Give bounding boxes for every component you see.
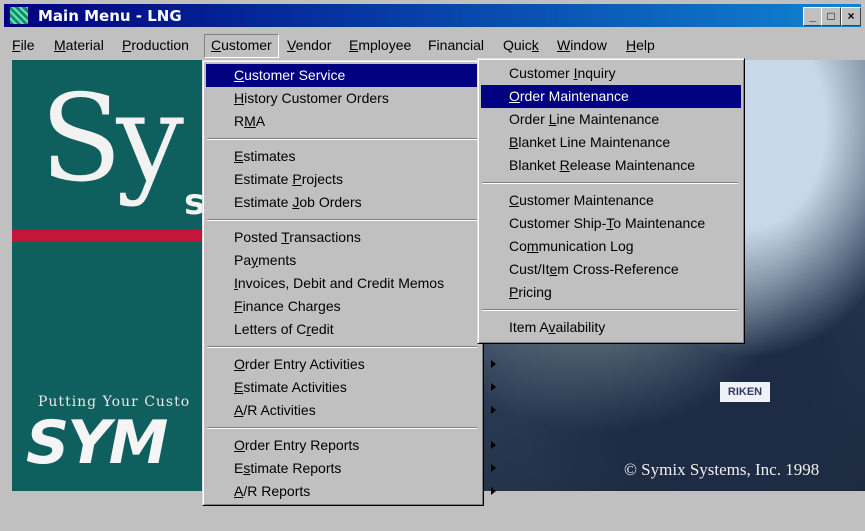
window-title: Main Menu - LNG: [38, 7, 182, 25]
menu-item-order-entry-activities[interactable]: Order Entry Activities: [206, 353, 504, 376]
menu-item-order-entry-reports[interactable]: Order Entry Reports: [206, 434, 504, 457]
menu-item-customer-ship-to-maintenance[interactable]: Customer Ship-To Maintenance: [481, 212, 745, 235]
customer-service-submenu: Customer Inquiry Order Maintenance Order…: [477, 58, 745, 344]
close-button[interactable]: ×: [841, 7, 861, 26]
menu-item-estimate-projects[interactable]: Estimate Projects: [206, 168, 504, 191]
menu-item-estimate-activities[interactable]: Estimate Activities: [206, 376, 504, 399]
menu-item-estimate-reports[interactable]: Estimate Reports: [206, 457, 504, 480]
main-menu-window: Main Menu - LNG _ □ × File Material Prod…: [0, 0, 865, 531]
submenu-arrow-icon: [491, 487, 496, 495]
close-icon: ×: [847, 9, 855, 23]
menu-item-blanket-release-maintenance[interactable]: Blanket Release Maintenance: [481, 154, 745, 177]
menu-item-pricing[interactable]: Pricing: [481, 281, 745, 304]
menu-production[interactable]: Production: [116, 34, 195, 56]
menu-separator: [207, 138, 477, 140]
symix-wordmark: SYM: [26, 408, 168, 478]
menu-item-finance-charges[interactable]: Finance Charges: [206, 295, 504, 318]
menu-bar: File Material Production Customer Vendor…: [4, 34, 861, 58]
menu-item-posted-transactions[interactable]: Posted Transactions: [206, 226, 504, 249]
menu-item-item-availability[interactable]: Item Availability: [481, 316, 745, 339]
red-accent-bar: [12, 230, 212, 242]
menu-employee[interactable]: Employee: [343, 34, 417, 56]
menu-separator: [207, 346, 477, 348]
customer-menu: Customer Service History Customer Orders…: [202, 60, 504, 506]
menu-item-communication-log[interactable]: Communication Log: [481, 235, 745, 258]
submenu-arrow-icon: [491, 464, 496, 472]
menu-customer[interactable]: Customer: [204, 34, 279, 58]
menu-item-order-maintenance[interactable]: Order Maintenance: [481, 85, 741, 108]
menu-financial[interactable]: Financial: [422, 34, 490, 56]
menu-separator: [207, 427, 477, 429]
menu-separator: [482, 309, 738, 311]
submenu-arrow-icon: [491, 441, 496, 449]
menu-window[interactable]: Window: [551, 34, 613, 56]
title-bar[interactable]: Main Menu - LNG _ □ ×: [4, 4, 861, 27]
maximize-icon: □: [827, 9, 835, 23]
copyright-text: © Symix Systems, Inc. 1998: [624, 460, 820, 479]
submenu-arrow-icon: [491, 383, 496, 391]
menu-item-customer-service[interactable]: Customer Service: [206, 64, 504, 87]
menu-item-cust-item-cross-reference[interactable]: Cust/Item Cross-Reference: [481, 258, 745, 281]
menu-item-ar-reports[interactable]: A/R Reports: [206, 480, 504, 503]
menu-item-letters-of-credit[interactable]: Letters of Credit: [206, 318, 504, 341]
menu-help[interactable]: Help: [620, 34, 661, 56]
app-icon[interactable]: [10, 7, 28, 24]
menu-item-customer-maintenance[interactable]: Customer Maintenance: [481, 189, 745, 212]
minimize-button[interactable]: _: [803, 7, 823, 26]
menu-item-estimates[interactable]: Estimates: [206, 145, 504, 168]
menu-item-order-line-maintenance[interactable]: Order Line Maintenance: [481, 108, 745, 131]
submenu-arrow-icon: [491, 406, 496, 414]
menu-file[interactable]: File: [6, 34, 41, 56]
symix-logo-large: Sy: [40, 70, 184, 209]
menu-separator: [207, 219, 477, 221]
menu-quick[interactable]: Quick: [497, 34, 545, 56]
menu-item-ar-activities[interactable]: A/R Activities: [206, 399, 504, 422]
submenu-arrow-icon: [491, 360, 496, 368]
menu-separator: [482, 182, 738, 184]
menu-item-invoices-memos[interactable]: Invoices, Debit and Credit Memos: [206, 272, 504, 295]
menu-item-history-customer-orders[interactable]: History Customer Orders: [206, 87, 504, 110]
menu-item-payments[interactable]: Payments: [206, 249, 504, 272]
maximize-button[interactable]: □: [821, 7, 841, 26]
menu-vendor[interactable]: Vendor: [281, 34, 337, 56]
menu-item-estimate-job-orders[interactable]: Estimate Job Orders: [206, 191, 504, 214]
riken-sticker: RIKEN: [720, 382, 770, 402]
menu-item-customer-inquiry[interactable]: Customer Inquiry: [481, 62, 745, 85]
menu-item-rma[interactable]: RMA: [206, 110, 504, 133]
menu-item-blanket-line-maintenance[interactable]: Blanket Line Maintenance: [481, 131, 745, 154]
minimize-icon: _: [809, 9, 817, 23]
menu-material[interactable]: Material: [48, 34, 110, 56]
